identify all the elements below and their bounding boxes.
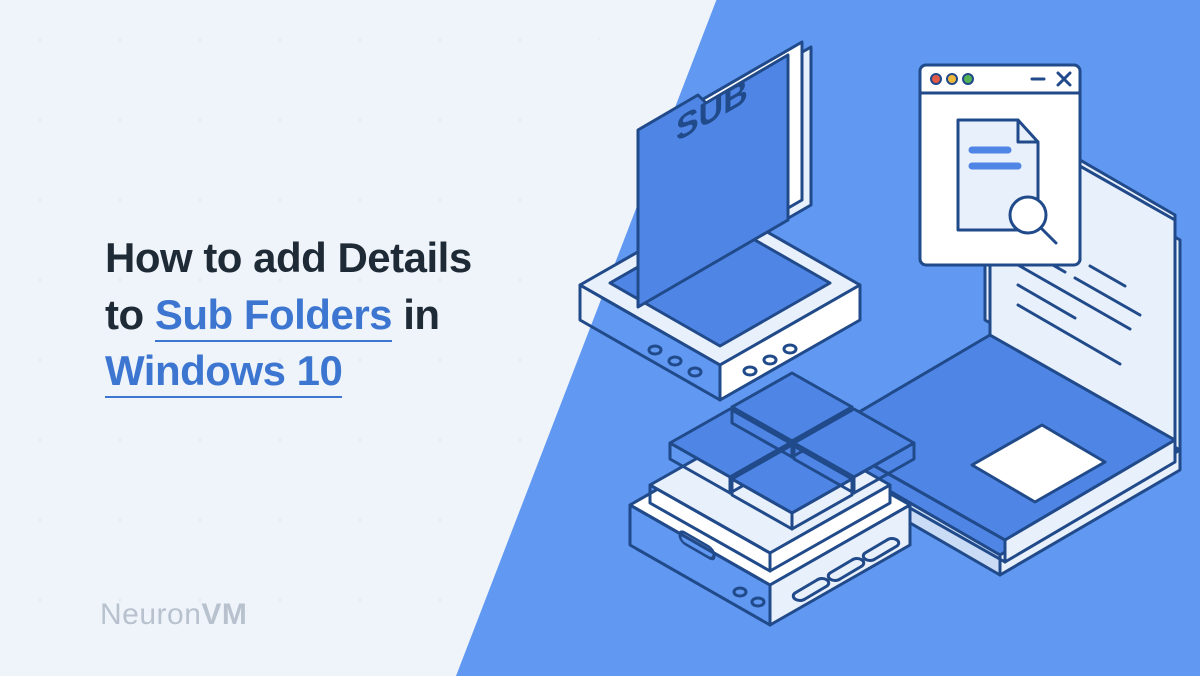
headline-highlight-subfolders: Sub Folders <box>155 291 392 342</box>
document-window-icon <box>920 65 1080 265</box>
brand-right: VM <box>201 598 247 631</box>
headline-highlight-windows10: Windows 10 <box>105 347 342 398</box>
headline-part3: in <box>403 291 439 338</box>
brand-left: Neuron <box>100 598 201 631</box>
brand-logo: NeuronVM <box>100 598 247 632</box>
headline: How to add Details to Sub Folders in Win… <box>105 230 472 400</box>
headline-part2: to <box>105 291 144 338</box>
folder-tray-icon: SUB <box>580 42 860 400</box>
headline-part1: How to add Details <box>105 234 472 281</box>
illustration: .st{stroke:#214a8a;stroke-width:3;stroke… <box>520 35 1180 635</box>
